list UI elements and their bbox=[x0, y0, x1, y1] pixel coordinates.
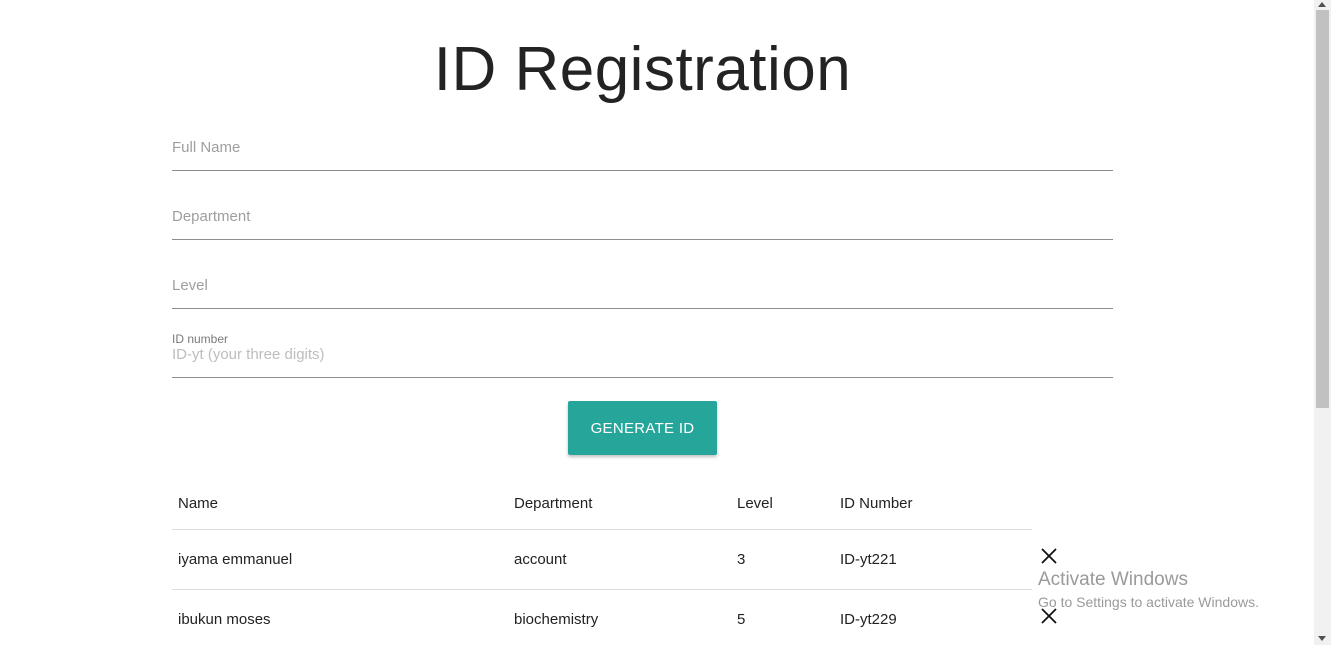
department-input[interactable] bbox=[172, 208, 1113, 225]
vertical-scrollbar[interactable] bbox=[1314, 0, 1331, 645]
department-field[interactable] bbox=[172, 208, 1113, 240]
registrations-table: Name Department Level ID Number iyama em… bbox=[172, 478, 1032, 645]
page: ID Registration ID number GENERATE ID Na… bbox=[0, 0, 1331, 645]
row-level: 5 bbox=[737, 611, 746, 628]
id-number-input[interactable] bbox=[172, 346, 1113, 363]
id-number-label: ID number bbox=[172, 332, 229, 346]
full-name-input[interactable] bbox=[172, 139, 1113, 156]
id-number-field[interactable]: ID number bbox=[172, 332, 1113, 378]
header-department: Department bbox=[514, 495, 593, 512]
header-level: Level bbox=[737, 495, 773, 512]
row-department: biochemistry bbox=[514, 611, 599, 628]
header-id-number: ID Number bbox=[840, 495, 913, 512]
level-input[interactable] bbox=[172, 277, 1113, 294]
full-name-field[interactable] bbox=[172, 139, 1113, 171]
table-header-row: Name Department Level ID Number bbox=[172, 478, 1032, 530]
scroll-down-arrow-icon[interactable] bbox=[1318, 636, 1326, 641]
row-department: account bbox=[514, 551, 567, 568]
level-field[interactable] bbox=[172, 277, 1113, 309]
page-title: ID Registration bbox=[433, 35, 852, 104]
row-id-number: ID-yt221 bbox=[840, 551, 897, 568]
row-name: ibukun moses bbox=[178, 611, 271, 628]
header-name: Name bbox=[178, 495, 219, 512]
table-row: ibukun moses biochemistry 5 ID-yt229 bbox=[172, 590, 1032, 645]
scroll-thumb[interactable] bbox=[1316, 10, 1329, 408]
generate-id-button[interactable]: GENERATE ID bbox=[568, 401, 717, 455]
row-name: iyama emmanuel bbox=[178, 551, 293, 568]
row-id-number: ID-yt229 bbox=[840, 611, 897, 628]
table-row: iyama emmanuel account 3 ID-yt221 bbox=[172, 530, 1032, 590]
activate-windows-watermark: Activate Windows Go to Settings to activ… bbox=[1038, 569, 1259, 613]
scroll-up-arrow-icon[interactable] bbox=[1318, 2, 1326, 7]
close-icon[interactable] bbox=[1040, 547, 1058, 565]
row-level: 3 bbox=[737, 551, 746, 568]
watermark-title: Activate Windows bbox=[1038, 569, 1188, 590]
watermark-subtitle: Go to Settings to activate Windows. bbox=[1038, 594, 1259, 610]
